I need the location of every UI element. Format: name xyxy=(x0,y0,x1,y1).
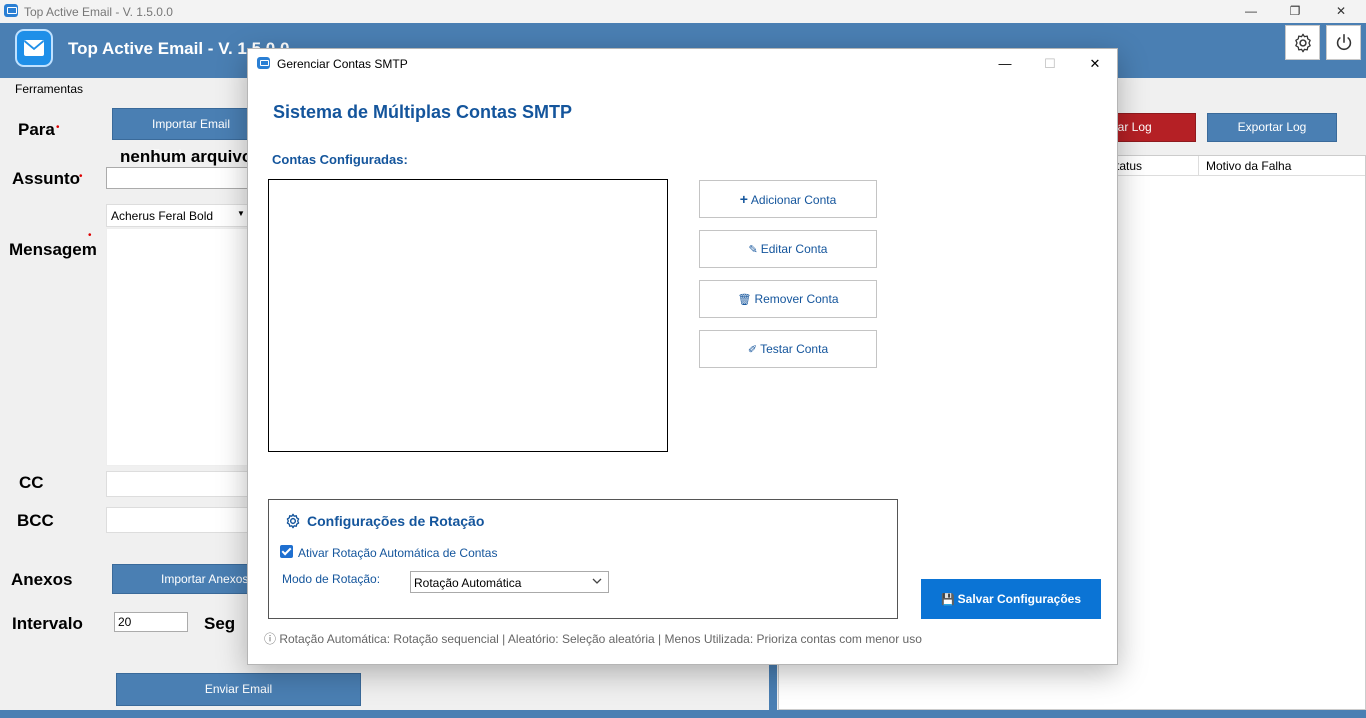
add-account-label: Adicionar Conta xyxy=(750,193,837,207)
cc-label: CC xyxy=(19,473,44,492)
subject-input[interactable] xyxy=(106,167,251,189)
restore-button[interactable]: ❐ xyxy=(1272,0,1318,23)
trash-icon: 🗑 xyxy=(737,294,752,306)
power-button[interactable] xyxy=(1326,25,1361,60)
interval-input[interactable]: 20 xyxy=(114,612,188,632)
gear-icon xyxy=(1295,33,1311,53)
save-settings-button[interactable]: 💾 Salvar Configurações xyxy=(921,579,1101,619)
col-divider xyxy=(1198,156,1199,176)
power-icon xyxy=(1336,33,1352,50)
rotation-mode-label: Modo de Rotação: xyxy=(282,572,381,586)
chevron-down-icon xyxy=(592,578,602,584)
main-window-title: Top Active Email - V. 1.5.0.0 xyxy=(24,5,173,19)
to-required-mark: • xyxy=(56,122,60,133)
menu-tools[interactable]: Ferramentas xyxy=(15,82,83,96)
settings-button[interactable] xyxy=(1285,25,1320,60)
message-editor[interactable] xyxy=(106,228,251,466)
pencil-icon: ✎ xyxy=(748,244,758,256)
interval-unit: Seg xyxy=(204,614,236,633)
floppy-disk-icon: 💾 xyxy=(940,594,955,606)
edit-account-label: Editar Conta xyxy=(760,242,828,256)
export-log-button[interactable]: Exportar Log xyxy=(1207,113,1337,142)
message-label: Mensagem xyxy=(9,240,97,259)
import-attachments-button[interactable]: Importar Anexos xyxy=(112,564,252,594)
dialog-app-icon xyxy=(257,57,270,69)
subject-required-mark: • xyxy=(79,171,83,182)
message-required-mark: • xyxy=(88,230,92,241)
test-account-button[interactable]: ✐ Testar Conta xyxy=(699,330,877,368)
main-titlebar: Top Active Email - V. 1.5.0.0 — ❐ ✕ xyxy=(0,0,1366,23)
subject-label: Assunto xyxy=(12,169,80,188)
rotation-help-text: ⓘ Rotação Automática: Rotação sequencial… xyxy=(264,632,922,646)
rotation-mode-value: Rotação Automática xyxy=(414,576,522,590)
test-pen-icon: ✐ xyxy=(747,344,758,356)
close-button[interactable]: ✕ xyxy=(1318,0,1364,23)
bcc-input[interactable] xyxy=(106,507,251,533)
dialog-minimize-button[interactable]: — xyxy=(982,49,1028,78)
dialog-close-button[interactable]: ✕ xyxy=(1072,49,1118,78)
status-strip xyxy=(0,710,1366,718)
no-file-label: nenhum arquivo xyxy=(120,147,253,166)
interval-value: 20 xyxy=(118,615,132,629)
interval-label: Intervalo xyxy=(12,614,83,633)
dialog-maximize-button: ☐ xyxy=(1044,56,1056,71)
mail-logo-icon xyxy=(15,29,53,67)
plus-icon: + xyxy=(739,191,748,207)
accounts-list[interactable] xyxy=(268,179,668,452)
edit-account-button[interactable]: ✎ Editar Conta xyxy=(699,230,877,268)
auto-rotation-label[interactable]: Ativar Rotação Automática de Contas xyxy=(298,546,497,560)
cc-input[interactable] xyxy=(106,471,251,497)
col-status: tatus xyxy=(1116,159,1143,173)
app-icon xyxy=(4,4,18,17)
rotation-mode-select[interactable]: Rotação Automática xyxy=(410,571,609,593)
remove-account-button[interactable]: 🗑 Remover Conta xyxy=(699,280,877,318)
font-select[interactable]: Acherus Feral Bold ▼ xyxy=(106,204,251,227)
minimize-button[interactable]: — xyxy=(1228,0,1274,23)
attachments-label: Anexos xyxy=(11,570,73,589)
dialog-title: Gerenciar Contas SMTP xyxy=(277,57,408,71)
test-account-label: Testar Conta xyxy=(760,342,829,356)
add-account-button[interactable]: + Adicionar Conta xyxy=(699,180,877,218)
auto-rotation-checkbox[interactable] xyxy=(280,545,293,558)
smtp-accounts-dialog: Gerenciar Contas SMTP — ☐ ✕ Sistema de M… xyxy=(247,48,1118,665)
col-failure-reason: Motivo da Falha xyxy=(1206,159,1292,173)
chevron-down-icon: ▼ xyxy=(237,209,245,218)
dialog-heading: Sistema de Múltiplas Contas SMTP xyxy=(273,102,573,122)
remove-account-label: Remover Conta xyxy=(754,292,839,306)
accounts-label: Contas Configuradas: xyxy=(272,152,408,167)
splitter[interactable] xyxy=(769,665,777,710)
rotation-settings-group: Configurações de Rotação Ativar Rotação … xyxy=(268,499,898,619)
cog-icon xyxy=(286,513,300,529)
save-settings-label: Salvar Configurações xyxy=(957,592,1082,606)
bcc-label: BCC xyxy=(17,511,54,530)
send-email-button[interactable]: Enviar Email xyxy=(116,673,361,706)
font-select-value: Acherus Feral Bold xyxy=(111,209,214,223)
to-label: Para xyxy=(18,120,55,139)
dialog-titlebar: Gerenciar Contas SMTP — ☐ ✕ xyxy=(248,49,1117,78)
import-email-excel-button[interactable]: Importar Email Excel xyxy=(112,108,252,161)
rotation-settings-title: Configurações de Rotação xyxy=(307,513,485,529)
